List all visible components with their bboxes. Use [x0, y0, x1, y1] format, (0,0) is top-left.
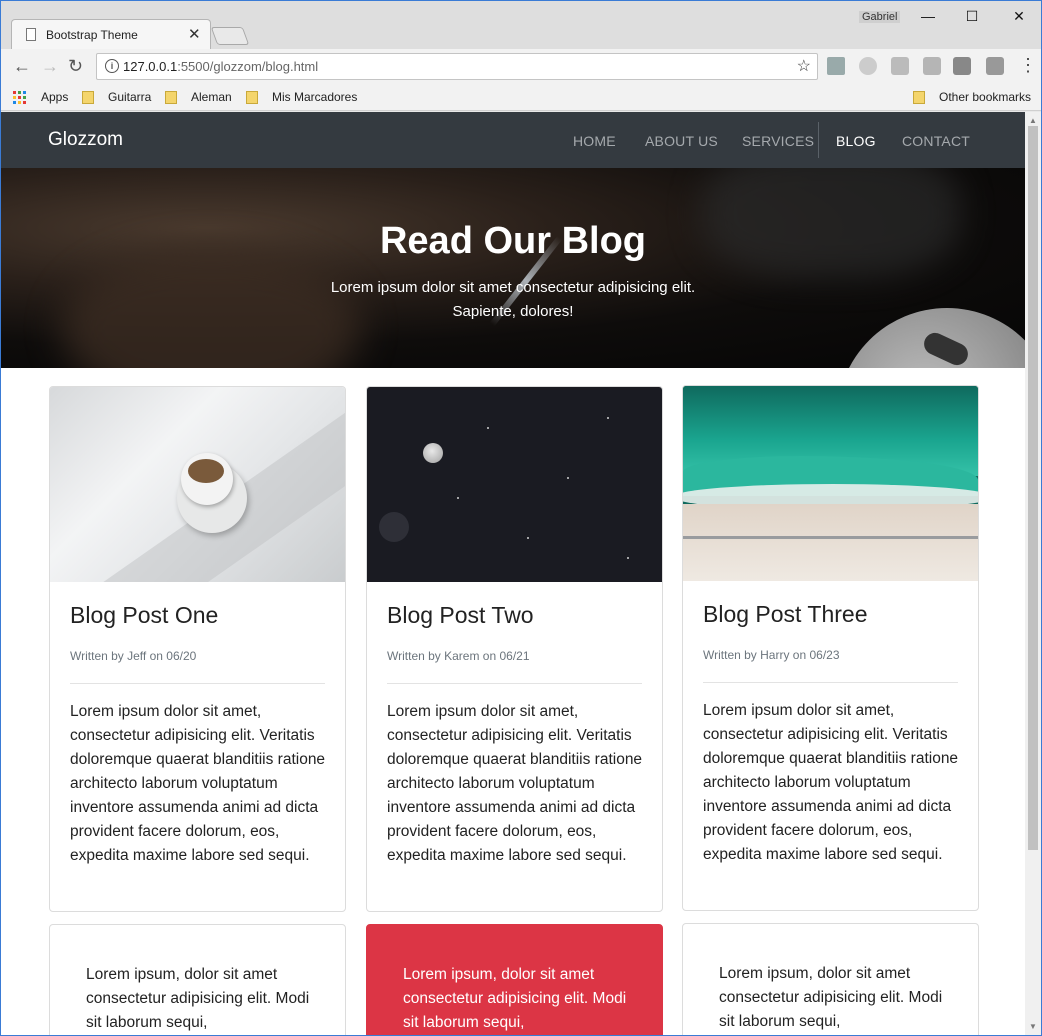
profile-name[interactable]: Gabriel [859, 11, 901, 23]
card-divider [703, 682, 958, 683]
address-bar[interactable]: i 127.0.0.1:5500/glozzom/blog.html ☆ [96, 53, 818, 80]
blog-post-body: Lorem ipsum dolor sit amet, consectetur … [387, 703, 643, 864]
blog-post-body: Lorem ipsum dolor sit amet, consectetur … [703, 702, 959, 863]
blog-card: Blog Post Three Written by Harry on 06/2… [682, 385, 979, 911]
image-star [487, 427, 489, 429]
bookmark-aleman[interactable]: Aleman [191, 90, 232, 104]
folder-icon [165, 91, 177, 104]
page-icon [26, 28, 36, 41]
blog-post-meta: Written by Harry on 06/23 [703, 648, 840, 662]
quote-text: Lorem ipsum, dolor sit amet consectetur … [719, 965, 943, 1030]
image-star [457, 497, 459, 499]
scroll-down-icon[interactable]: ▼ [1029, 1022, 1037, 1031]
hero-section: Read Our Blog Lorem ipsum dolor sit amet… [1, 168, 1025, 368]
blog-post-meta: Written by Karem on 06/21 [387, 649, 530, 663]
menu-icon[interactable]: ⋮ [1019, 55, 1037, 76]
blog-post-body: Lorem ipsum dolor sit amet, consectetur … [70, 703, 326, 864]
tab-title: Bootstrap Theme [46, 28, 138, 42]
bookmark-apps[interactable]: Apps [41, 90, 68, 104]
nav-home[interactable]: HOME [573, 133, 616, 149]
nav-services[interactable]: SERVICES [742, 133, 814, 149]
folder-icon [82, 91, 94, 104]
maximize-button[interactable]: ☐ [957, 5, 987, 27]
quote-card: Lorem ipsum, dolor sit amet consectetur … [49, 924, 346, 1035]
card-divider [70, 683, 325, 684]
title-bar: Bootstrap Theme ✕ Gabriel — ☐ ✕ [1, 1, 1041, 49]
extension-news-icon[interactable] [953, 57, 971, 75]
image-star [567, 477, 569, 479]
close-tab-icon[interactable]: ✕ [188, 25, 201, 43]
quote-text: Lorem ipsum, dolor sit amet consectetur … [403, 966, 627, 1031]
url-path: :5500/glozzom/blog.html [177, 59, 319, 74]
new-tab-button[interactable] [210, 27, 250, 45]
minimize-button[interactable]: — [913, 5, 943, 27]
forward-icon[interactable]: → [41, 56, 59, 77]
image-star [627, 557, 629, 559]
image-moon [423, 443, 443, 463]
quote-card-highlight: Lorem ipsum, dolor sit amet consectetur … [366, 924, 663, 1035]
card-divider [387, 683, 642, 684]
info-icon[interactable]: i [105, 59, 119, 73]
blog-image-coffee-cup [50, 387, 345, 582]
image-sand [683, 504, 978, 581]
image-star [527, 537, 529, 539]
site-brand[interactable]: Glozzom [48, 129, 123, 151]
bookmark-guitarra[interactable]: Guitarra [108, 90, 151, 104]
page-scrollbar[interactable]: ▲ ▼ [1025, 112, 1041, 1035]
blog-card: Blog Post One Written by Jeff on 06/20 L… [49, 386, 346, 912]
blog-post-meta: Written by Jeff on 06/20 [70, 649, 197, 663]
nav-blog[interactable]: BLOG [836, 133, 876, 149]
url-host: 127.0.0.1 [123, 59, 178, 74]
close-window-button[interactable]: ✕ [1004, 5, 1034, 27]
image-coffee [188, 459, 224, 483]
image-star [607, 417, 609, 419]
nav-contact[interactable]: CONTACT [902, 133, 970, 149]
site-navbar: Glozzom HOME ABOUT US SERVICES BLOG CONT… [1, 112, 1025, 168]
bookmark-mis-marcadores[interactable]: Mis Marcadores [272, 90, 357, 104]
nav-divider [818, 122, 819, 158]
quote-text: Lorem ipsum, dolor sit amet consectetur … [86, 966, 310, 1031]
other-bookmarks[interactable]: Other bookmarks [939, 90, 1031, 104]
extension-ext-icon[interactable] [986, 57, 1004, 75]
extension-cube-icon[interactable] [827, 57, 845, 75]
scroll-up-icon[interactable]: ▲ [1029, 116, 1037, 125]
browser-tab[interactable]: Bootstrap Theme ✕ [11, 19, 211, 49]
reload-icon[interactable]: ↻ [68, 56, 83, 77]
apps-icon[interactable] [13, 91, 26, 104]
browser-window: Bootstrap Theme ✕ Gabriel — ☐ ✕ ← → ↻ i … [0, 0, 1042, 1036]
extension-pdf-icon[interactable] [891, 57, 909, 75]
blog-post-title[interactable]: Blog Post One [70, 602, 218, 629]
scrollbar-thumb[interactable] [1028, 126, 1038, 850]
blog-image-beach [683, 386, 978, 581]
url-text[interactable]: 127.0.0.1:5500/glozzom/blog.html [123, 59, 318, 74]
folder-icon [913, 91, 925, 104]
extension-android-icon[interactable] [923, 57, 941, 75]
plate-hole [920, 329, 972, 368]
blog-image-night-sky [367, 387, 662, 582]
extension-circle-icon[interactable] [859, 57, 877, 75]
folder-icon [246, 91, 258, 104]
quote-card: Lorem ipsum, dolor sit amet consectetur … [682, 923, 979, 1035]
hero-metal-plate [837, 308, 1025, 368]
bookmarks-bar: Apps Guitarra Aleman Mis Marcadores Othe… [1, 85, 1041, 111]
blog-post-title[interactable]: Blog Post Three [703, 601, 868, 628]
hero-title: Read Our Blog [379, 220, 647, 262]
image-shoreline [683, 536, 978, 539]
image-blur [379, 512, 409, 542]
back-icon[interactable]: ← [13, 56, 31, 77]
nav-about-us[interactable]: ABOUT US [645, 133, 718, 149]
hero-subtitle: Lorem ipsum dolor sit amet consectetur a… [330, 279, 696, 320]
blog-post-title[interactable]: Blog Post Two [387, 602, 534, 629]
browser-toolbar: ← → ↻ i 127.0.0.1:5500/glozzom/blog.html… [1, 49, 1041, 85]
page-viewport: Glozzom HOME ABOUT US SERVICES BLOG CONT… [1, 112, 1025, 1035]
blog-card: Blog Post Two Written by Karem on 06/21 … [366, 386, 663, 912]
bookmark-star-icon[interactable]: ☆ [797, 56, 811, 76]
